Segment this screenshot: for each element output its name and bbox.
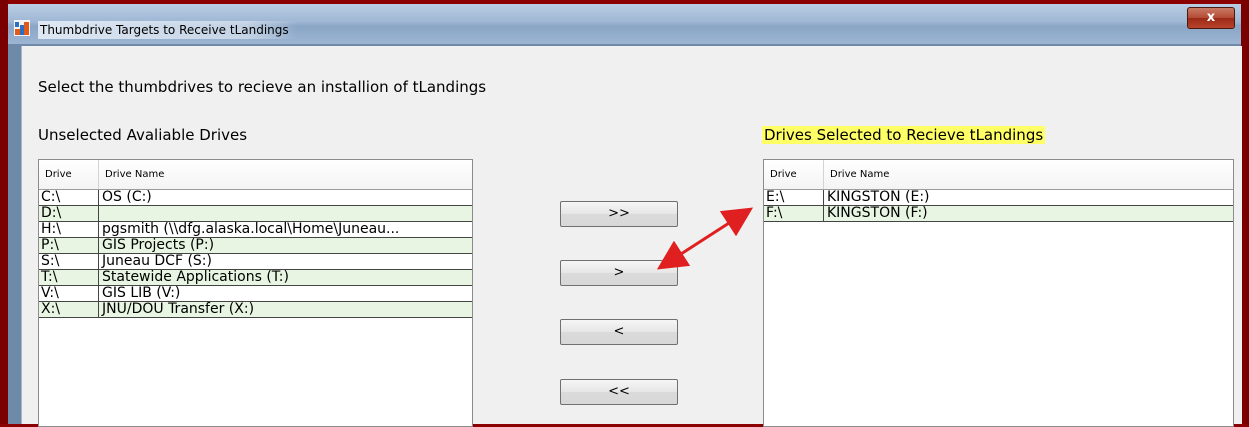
table-row[interactable]: X:\ JNU/DOU Transfer (X:) bbox=[39, 302, 472, 318]
drive-cell: S:\ bbox=[39, 254, 99, 269]
drive-name-cell: JNU/DOU Transfer (X:) bbox=[102, 302, 255, 317]
drive-cell: D:\ bbox=[39, 206, 99, 221]
column-header-drive[interactable]: Drive bbox=[764, 160, 824, 189]
table-header: Drive Drive Name bbox=[39, 160, 472, 190]
instruction-text: Select the thumbdrives to recieve an ins… bbox=[38, 78, 487, 96]
add-button[interactable]: > bbox=[560, 260, 678, 286]
background-edge-right bbox=[1241, 0, 1249, 424]
drive-cell: E:\ bbox=[764, 190, 824, 205]
drive-cell: F:\ bbox=[764, 206, 824, 221]
close-icon: x bbox=[1206, 10, 1216, 25]
app-icon bbox=[14, 20, 30, 36]
column-header-drive[interactable]: Drive bbox=[39, 160, 99, 189]
table-row[interactable]: D:\ bbox=[39, 206, 472, 222]
table-row[interactable]: F:\ KINGSTON (F:) bbox=[764, 206, 1233, 222]
drive-name-cell: Juneau DCF (S:) bbox=[102, 254, 212, 269]
column-header-drive-name[interactable]: Drive Name bbox=[99, 160, 472, 189]
remove-button[interactable]: < bbox=[560, 319, 678, 345]
selected-drives-table[interactable]: Drive Drive Name E:\ KINGSTON (E:) F:\ K… bbox=[763, 159, 1234, 427]
table-row[interactable]: E:\ KINGSTON (E:) bbox=[764, 190, 1233, 206]
unselected-drives-label: Unselected Avaliable Drives bbox=[38, 126, 248, 144]
drive-name-cell bbox=[99, 206, 472, 221]
add-all-button[interactable]: >> bbox=[560, 201, 678, 227]
drive-cell: P:\ bbox=[39, 238, 99, 253]
unselected-drives-table[interactable]: Drive Drive Name C:\ OS (C:) D:\ H:\ pgs… bbox=[38, 159, 473, 427]
drive-name-cell: Statewide Applications (T:) bbox=[102, 270, 289, 285]
dialog-window: Thumbdrive Targets to Receive tLandings … bbox=[8, 4, 1242, 427]
drive-cell: H:\ bbox=[39, 222, 99, 237]
drive-name-cell: KINGSTON (E:) bbox=[827, 190, 930, 205]
table-row[interactable]: S:\ Juneau DCF (S:) bbox=[39, 254, 472, 270]
drive-cell: C:\ bbox=[39, 190, 99, 205]
selected-drives-label: Drives Selected to Recieve tLandings bbox=[762, 126, 1046, 144]
table-header: Drive Drive Name bbox=[764, 160, 1233, 190]
table-row[interactable]: T:\ Statewide Applications (T:) bbox=[39, 270, 472, 286]
drive-name-cell: pgsmith (\\dfg.alaska.local\Home\Juneau.… bbox=[102, 222, 400, 237]
background-edge-left bbox=[0, 0, 8, 424]
title-bar[interactable]: Thumbdrive Targets to Receive tLandings … bbox=[8, 4, 1241, 44]
dialog-content: Select the thumbdrives to recieve an ins… bbox=[21, 46, 1242, 427]
table-row[interactable]: H:\ pgsmith (\\dfg.alaska.local\Home\Jun… bbox=[39, 222, 472, 238]
table-row[interactable]: C:\ OS (C:) bbox=[39, 190, 472, 206]
column-header-drive-name[interactable]: Drive Name bbox=[824, 160, 1233, 189]
drive-name-cell: KINGSTON (F:) bbox=[827, 206, 928, 221]
drive-name-cell: GIS Projects (P:) bbox=[102, 238, 215, 253]
close-button[interactable]: x bbox=[1187, 7, 1235, 29]
drive-name-cell: OS (C:) bbox=[102, 190, 152, 205]
table-row[interactable]: P:\ GIS Projects (P:) bbox=[39, 238, 472, 254]
remove-all-button[interactable]: << bbox=[560, 379, 678, 405]
table-row[interactable]: V:\ GIS LIB (V:) bbox=[39, 286, 472, 302]
drive-cell: V:\ bbox=[39, 286, 99, 301]
drive-name-cell: GIS LIB (V:) bbox=[102, 286, 181, 301]
drive-cell: T:\ bbox=[39, 270, 99, 285]
window-title: Thumbdrive Targets to Receive tLandings bbox=[38, 21, 297, 39]
drive-cell: X:\ bbox=[39, 302, 99, 317]
